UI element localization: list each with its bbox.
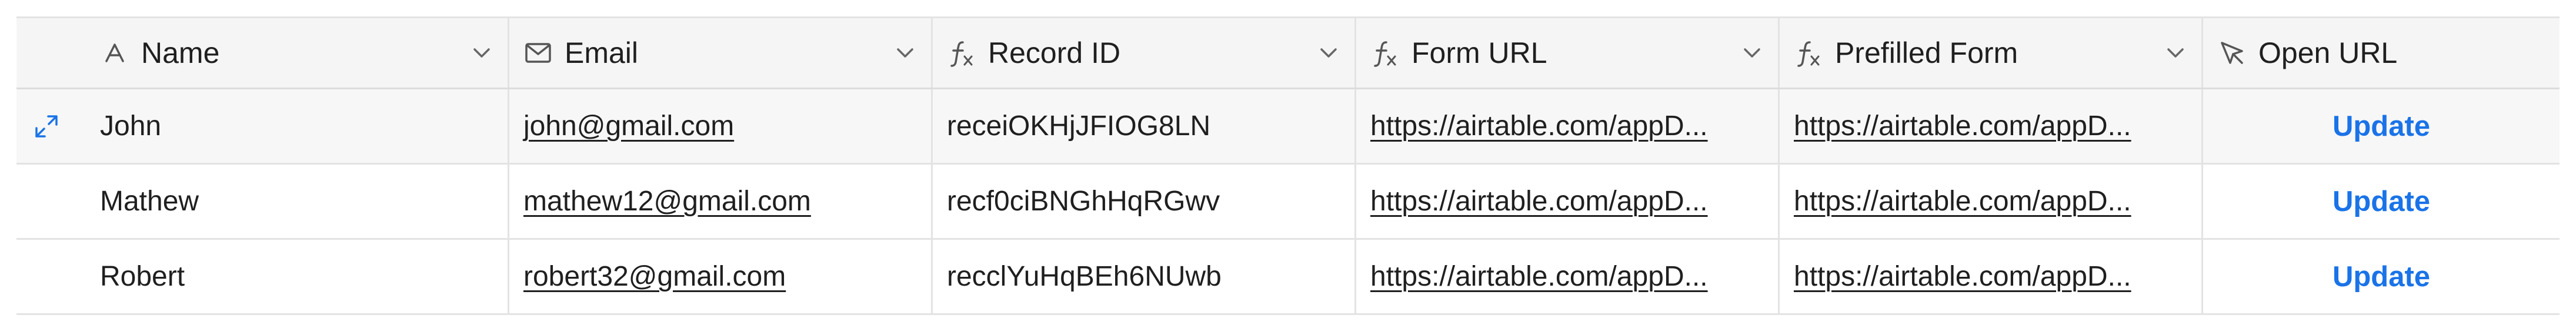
- cell-prefilled-form[interactable]: https://airtable.com/appD...: [1780, 240, 2203, 313]
- column-header-email[interactable]: Email: [509, 18, 933, 88]
- column-header-label: Open URL: [2258, 36, 2398, 69]
- column-header-label: Record ID: [988, 36, 1121, 69]
- email-link[interactable]: john@gmail.com: [523, 110, 734, 142]
- column-header-open-url-left: Open URL: [2217, 36, 2397, 70]
- column-header-form-url[interactable]: Form URL: [1356, 18, 1780, 88]
- cell-prefilled-form[interactable]: https://airtable.com/appD...: [1780, 165, 2203, 238]
- cell-form-url[interactable]: https://airtable.com/appD...: [1356, 240, 1780, 313]
- column-header-open-url[interactable]: Open URL: [2203, 18, 2560, 88]
- form-url-link[interactable]: https://airtable.com/appD...: [1370, 185, 1708, 217]
- cell-open-url: Update: [2203, 240, 2560, 313]
- chevron-down-icon[interactable]: [1317, 41, 1340, 65]
- expand-record-icon[interactable]: [33, 113, 60, 140]
- update-button[interactable]: Update: [2333, 185, 2430, 218]
- name-value: Robert: [100, 261, 185, 292]
- chevron-down-icon[interactable]: [470, 41, 493, 65]
- table-row[interactable]: Robert robert32@gmail.com recclYuHqBEh6N…: [16, 240, 2560, 315]
- email-field-icon: [523, 38, 553, 68]
- table-row[interactable]: Mathew mathew12@gmail.com recf0ciBNGhHqR…: [16, 165, 2560, 240]
- cell-email[interactable]: mathew12@gmail.com: [509, 165, 933, 238]
- column-header-email-left: Email: [523, 36, 638, 70]
- email-link[interactable]: mathew12@gmail.com: [523, 185, 811, 217]
- cell-name[interactable]: Robert: [86, 240, 509, 313]
- table-row[interactable]: John john@gmail.com receiOKHjJFIOG8LN ht…: [16, 89, 2560, 165]
- cell-name[interactable]: John: [86, 89, 509, 163]
- column-header-name[interactable]: Name: [86, 18, 509, 88]
- cell-record-id[interactable]: recf0ciBNGhHqRGwv: [933, 165, 1356, 238]
- form-url-link[interactable]: https://airtable.com/appD...: [1370, 260, 1708, 293]
- column-header-label: Form URL: [1412, 36, 1547, 69]
- column-header-prefilled-form-left: Prefilled Form: [1794, 36, 2018, 70]
- column-header-name-left: Name: [100, 36, 219, 70]
- grid-header-row: Name Email Record ID Form URL Prefilled …: [16, 16, 2560, 89]
- row-gutter: [16, 165, 86, 238]
- prefilled-form-link[interactable]: https://airtable.com/appD...: [1794, 185, 2131, 217]
- column-header-record-id[interactable]: Record ID: [933, 18, 1356, 88]
- row-gutter: [16, 240, 86, 313]
- cell-name[interactable]: Mathew: [86, 165, 509, 238]
- chevron-down-icon[interactable]: [2164, 41, 2187, 65]
- column-header-prefilled-form[interactable]: Prefilled Form: [1780, 18, 2203, 88]
- cell-record-id[interactable]: receiOKHjJFIOG8LN: [933, 89, 1356, 163]
- form-url-link[interactable]: https://airtable.com/appD...: [1370, 110, 1708, 142]
- record-id-value: recf0ciBNGhHqRGwv: [947, 186, 1220, 217]
- prefilled-form-link[interactable]: https://airtable.com/appD...: [1794, 260, 2131, 293]
- formula-icon: [947, 38, 976, 68]
- cell-record-id[interactable]: recclYuHqBEh6NUwb: [933, 240, 1356, 313]
- text-field-icon: [100, 38, 129, 68]
- column-header-form-url-left: Form URL: [1370, 36, 1547, 70]
- row-gutter: [16, 89, 86, 163]
- button-field-icon: [2217, 38, 2247, 68]
- cell-open-url: Update: [2203, 165, 2560, 238]
- prefilled-form-link[interactable]: https://airtable.com/appD...: [1794, 110, 2131, 142]
- update-button[interactable]: Update: [2333, 260, 2430, 293]
- column-header-label: Email: [565, 36, 639, 69]
- chevron-down-icon[interactable]: [893, 41, 917, 65]
- email-link[interactable]: robert32@gmail.com: [523, 260, 786, 293]
- update-button[interactable]: Update: [2333, 110, 2430, 143]
- name-value: John: [100, 110, 162, 142]
- cell-form-url[interactable]: https://airtable.com/appD...: [1356, 89, 1780, 163]
- formula-icon: [1370, 38, 1400, 68]
- column-header-label: Prefilled Form: [1835, 36, 2018, 69]
- cell-email[interactable]: robert32@gmail.com: [509, 240, 933, 313]
- column-header-label: Name: [141, 36, 220, 69]
- cell-prefilled-form[interactable]: https://airtable.com/appD...: [1780, 89, 2203, 163]
- header-gutter: [16, 18, 86, 88]
- record-id-value: recclYuHqBEh6NUwb: [947, 261, 1222, 292]
- chevron-down-icon[interactable]: [1740, 41, 1764, 65]
- data-grid: Name Email Record ID Form URL Prefilled …: [16, 16, 2560, 315]
- formula-icon: [1794, 38, 1823, 68]
- cell-email[interactable]: john@gmail.com: [509, 89, 933, 163]
- cell-open-url: Update: [2203, 89, 2560, 163]
- column-header-record-id-left: Record ID: [947, 36, 1120, 70]
- name-value: Mathew: [100, 186, 199, 217]
- cell-form-url[interactable]: https://airtable.com/appD...: [1356, 165, 1780, 238]
- record-id-value: receiOKHjJFIOG8LN: [947, 110, 1211, 142]
